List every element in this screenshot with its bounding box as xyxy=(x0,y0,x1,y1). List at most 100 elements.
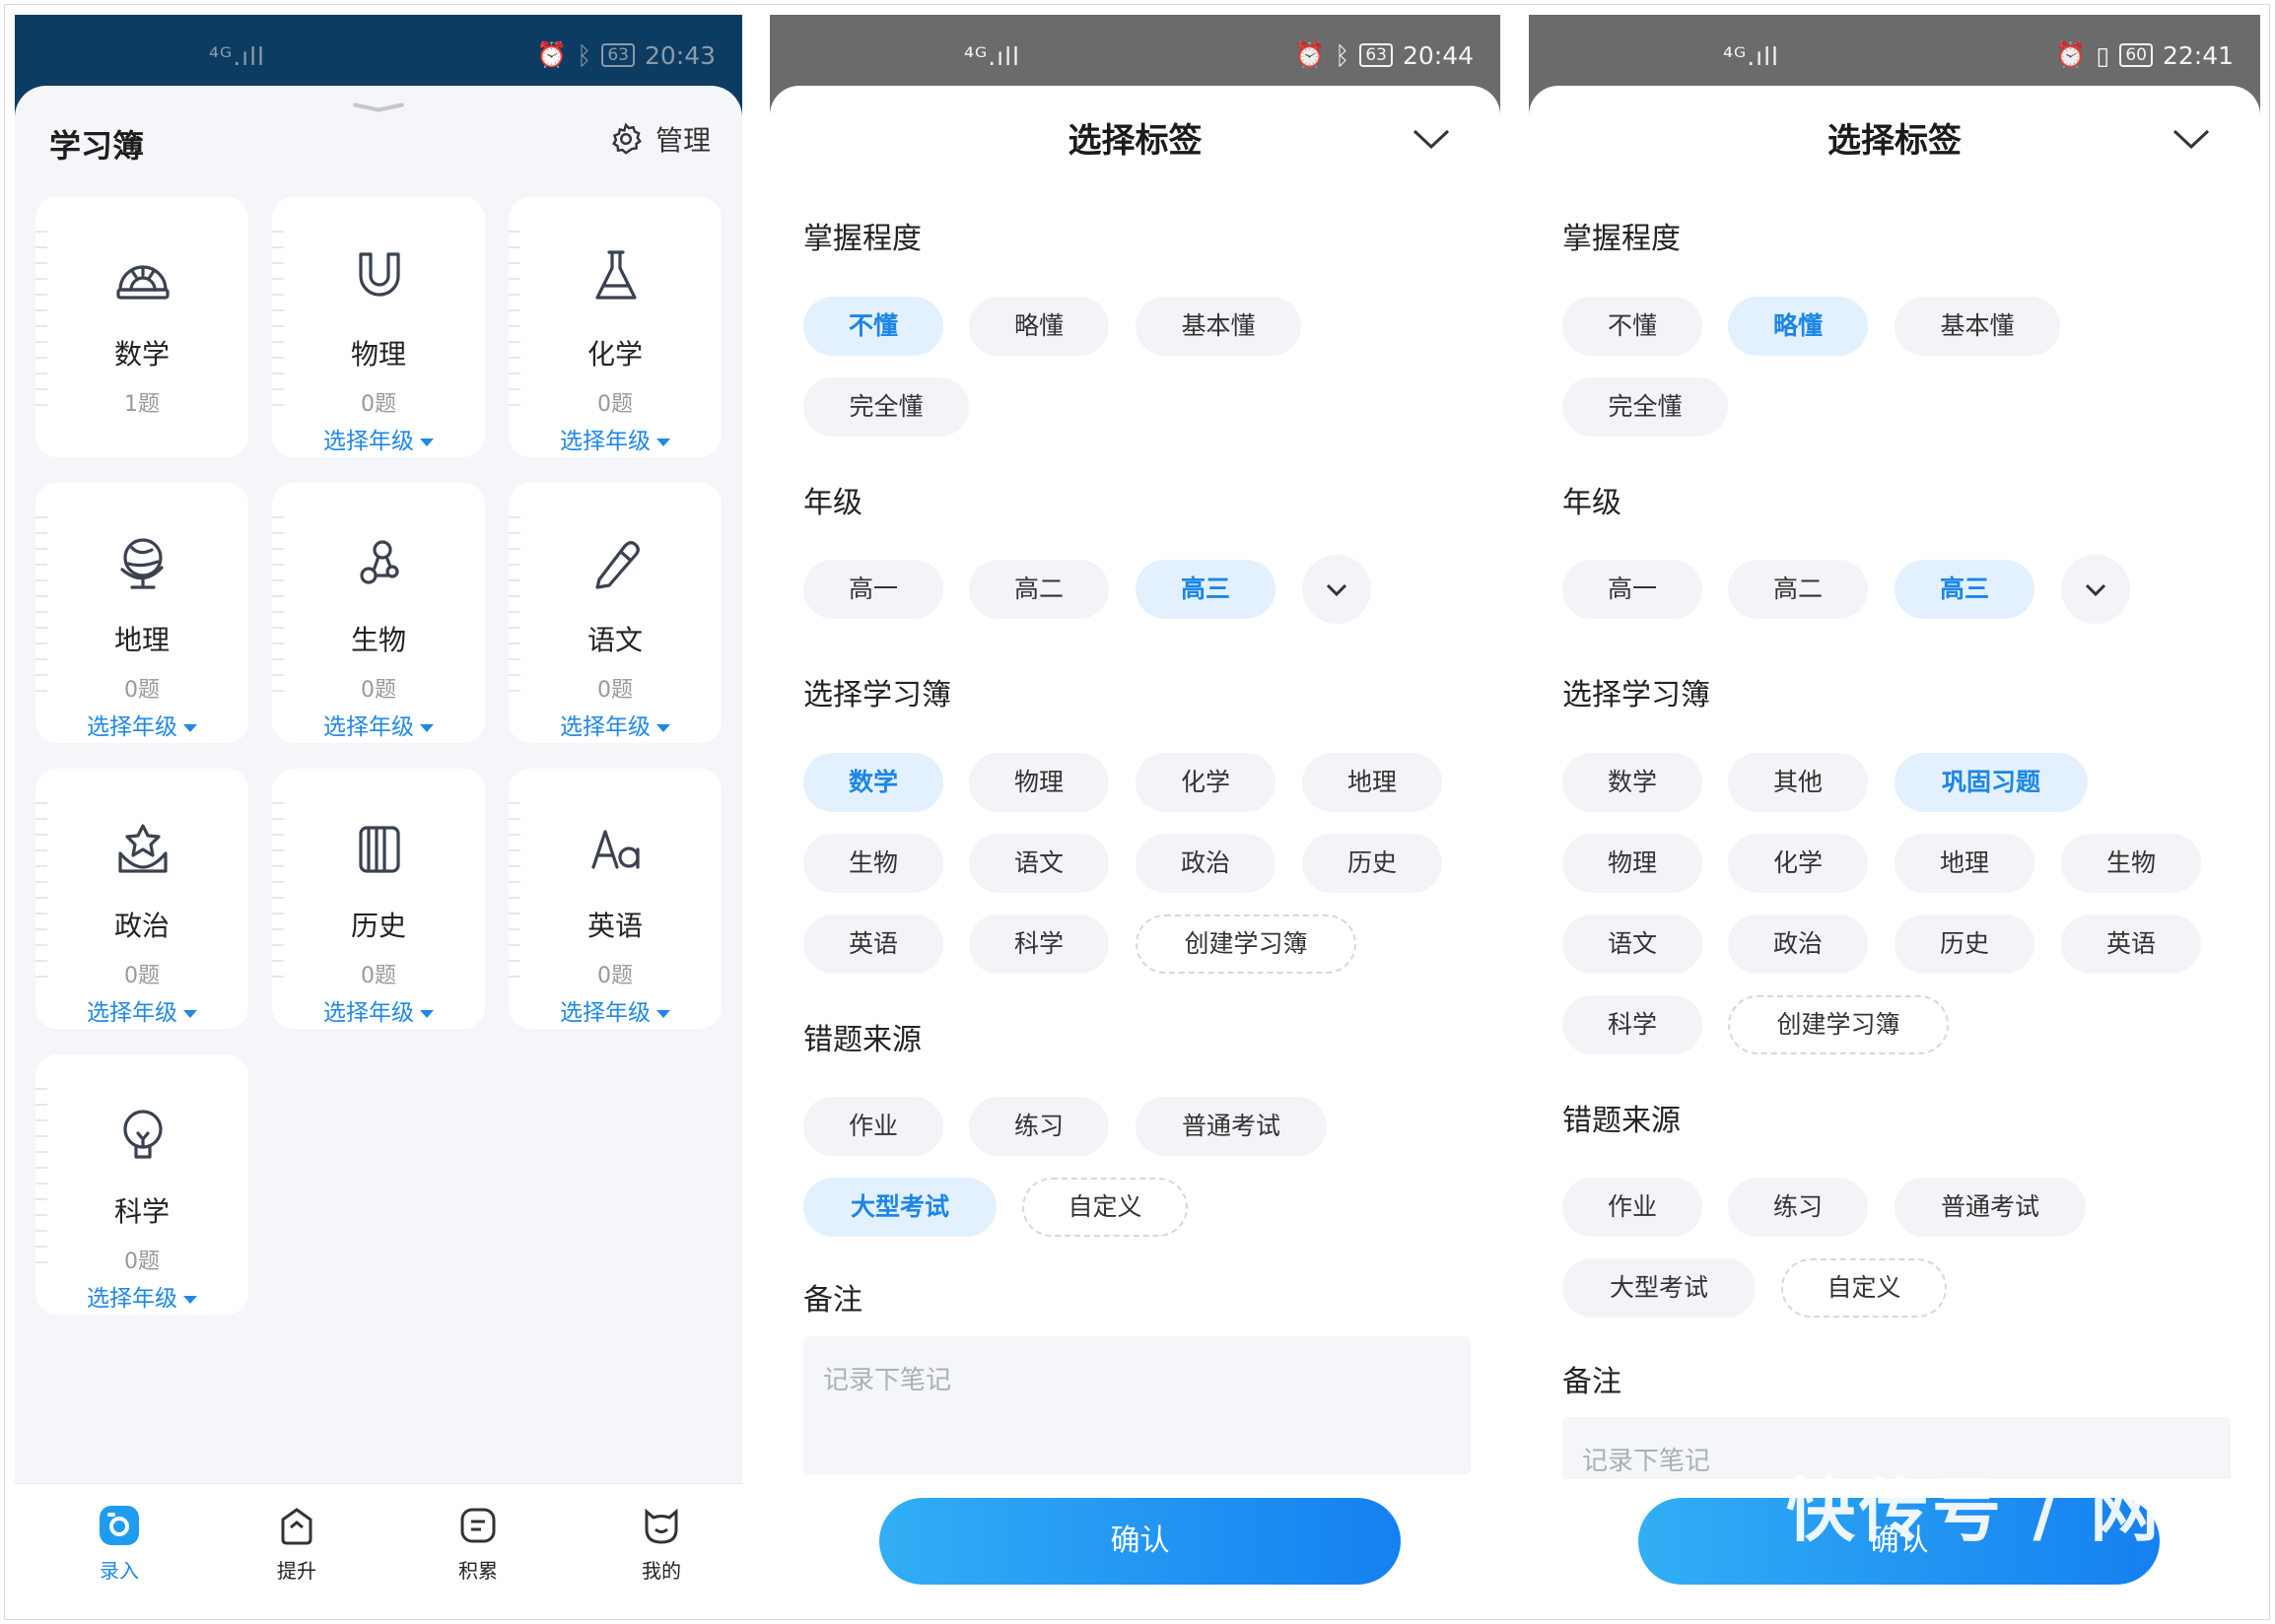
subject-name: 科学 xyxy=(113,1195,170,1228)
custom-source-button[interactable]: 自定义 xyxy=(1781,1258,1947,1318)
tag-chip[interactable]: 基本懂 xyxy=(1895,297,2060,356)
tag-select-screen-a: ⁴ᴳ.ıll ⏰ ᛒ 63 20:44 选择标签 掌握程度 年级 选择学习簿 错… xyxy=(770,15,1500,1606)
tag-chip[interactable]: 不懂 xyxy=(803,297,943,356)
tag-chip[interactable]: 作业 xyxy=(803,1097,943,1156)
tag-chip[interactable]: 英语 xyxy=(2061,914,2201,974)
subject-card[interactable]: 历史 0题 选择年级 xyxy=(272,769,485,1029)
battery-indicator: 63 xyxy=(1359,43,1393,67)
select-grade-link[interactable]: 选择年级 xyxy=(509,422,722,455)
select-grade-link[interactable]: 选择年级 xyxy=(509,708,722,741)
subject-name: 生物 xyxy=(350,624,406,656)
tag-chip[interactable]: 数学 xyxy=(1562,753,1702,812)
letters-icon xyxy=(591,830,640,869)
chevron-down-icon[interactable] xyxy=(1412,127,1451,151)
tag-chip[interactable]: 高三 xyxy=(1895,560,2034,619)
custom-source-button[interactable]: 自定义 xyxy=(1022,1178,1188,1237)
subject-card[interactable]: 科学 0题 选择年级 xyxy=(35,1054,248,1315)
tag-chip[interactable]: 高一 xyxy=(803,560,943,619)
subject-card[interactable]: 语文 0题 选择年级 xyxy=(509,483,722,743)
tag-chip[interactable]: 完全懂 xyxy=(803,377,969,437)
tag-chip[interactable]: 地理 xyxy=(1302,753,1442,812)
tag-chip[interactable]: 不懂 xyxy=(1562,297,1702,356)
subject-card[interactable]: 政治 0题 选择年级 xyxy=(35,769,248,1029)
tab-accumulate[interactable]: 积累 xyxy=(419,1504,537,1584)
tag-chip[interactable]: 科学 xyxy=(1562,995,1702,1054)
tag-chip[interactable]: 语文 xyxy=(1562,914,1702,974)
select-grade-link[interactable]: 选择年级 xyxy=(272,422,485,455)
subject-card[interactable]: 生物 0题 选择年级 xyxy=(272,483,485,743)
confirm-button[interactable]: 确认 xyxy=(879,1498,1401,1585)
tab-input[interactable]: 录入 xyxy=(60,1504,178,1584)
select-grade-link[interactable]: 选择年级 xyxy=(35,1279,248,1313)
tag-chip[interactable]: 巩固习题 xyxy=(1895,753,2088,812)
tag-chip[interactable]: 大型考试 xyxy=(803,1178,997,1237)
tag-chip[interactable]: 地理 xyxy=(1895,834,2034,893)
tag-chip[interactable]: 略懂 xyxy=(969,297,1109,356)
tag-chip[interactable]: 化学 xyxy=(1728,834,1868,893)
chevron-down-icon[interactable] xyxy=(2172,127,2211,151)
tag-chip[interactable]: 政治 xyxy=(1728,914,1868,974)
grade-more-button[interactable] xyxy=(2061,555,2130,624)
tag-chip[interactable]: 普通考试 xyxy=(1136,1097,1327,1156)
tag-chip[interactable]: 政治 xyxy=(1136,834,1275,893)
section-grade: 年级 xyxy=(1562,486,1621,520)
chevron-down-icon xyxy=(1326,583,1347,597)
tag-chip[interactable]: 高三 xyxy=(1136,560,1275,619)
question-count: 0题 xyxy=(124,964,160,988)
section-note: 备注 xyxy=(803,1283,862,1318)
tag-chip[interactable]: 物理 xyxy=(1562,834,1702,893)
tag-chip[interactable]: 物理 xyxy=(969,753,1109,812)
tag-sheet: 选择标签 掌握程度 年级 选择学习簿 错题来源 备注 不懂 略懂 基本懂 完全懂 高一高… xyxy=(770,86,1500,1606)
section-source: 错题来源 xyxy=(803,1023,922,1057)
subject-card[interactable]: 数学 1题 xyxy=(35,197,248,457)
magnet-icon xyxy=(359,252,400,297)
tag-chip[interactable]: 大型考试 xyxy=(1562,1258,1756,1318)
tag-chip[interactable]: 练习 xyxy=(1728,1178,1868,1237)
sheet-handle-icon[interactable] xyxy=(353,100,404,119)
subject-name: 语文 xyxy=(586,624,643,656)
subject-card[interactable]: 化学 0题 选择年级 xyxy=(509,197,722,457)
tab-mine[interactable]: 我的 xyxy=(602,1504,721,1584)
globe-icon xyxy=(120,538,164,589)
section-mastery: 掌握程度 xyxy=(1562,222,1681,256)
subject-card[interactable]: 物理 0题 选择年级 xyxy=(272,197,485,457)
tab-improve[interactable]: 提升 xyxy=(238,1504,356,1584)
tag-chip[interactable]: 英语 xyxy=(803,914,943,974)
tag-chip[interactable]: 完全懂 xyxy=(1562,377,1728,437)
subject-card[interactable]: 英语 0题 选择年级 xyxy=(509,769,722,1029)
tag-chip[interactable]: 数学 xyxy=(803,753,943,812)
subject-card[interactable]: 地理 0题 选择年级 xyxy=(35,483,248,743)
tag-chip[interactable]: 基本懂 xyxy=(1136,297,1301,356)
grade-more-button[interactable] xyxy=(1302,555,1371,624)
note-input[interactable]: 记录下笔记 xyxy=(803,1336,1471,1474)
tag-chip[interactable]: 略懂 xyxy=(1728,297,1868,356)
select-grade-link[interactable]: 选择年级 xyxy=(272,993,485,1027)
flask-icon xyxy=(595,250,637,300)
tag-chip[interactable]: 普通考试 xyxy=(1895,1178,2086,1237)
scroll-icon xyxy=(359,826,400,873)
tag-chip[interactable]: 科学 xyxy=(969,914,1109,974)
select-grade-link[interactable]: 选择年级 xyxy=(35,993,248,1027)
tag-chip[interactable]: 语文 xyxy=(969,834,1109,893)
tag-chip[interactable]: 高二 xyxy=(969,560,1109,619)
select-grade-link[interactable]: 选择年级 xyxy=(272,708,485,741)
tag-chip[interactable]: 历史 xyxy=(1302,834,1442,893)
tag-chip[interactable]: 其他 xyxy=(1728,753,1868,812)
tag-chip[interactable]: 历史 xyxy=(1895,914,2034,974)
tag-chip[interactable]: 生物 xyxy=(803,834,943,893)
status-bar: ⁴ᴳ.ıll ⏰ ᛒ 63 20:43 xyxy=(15,15,742,86)
study-book-sheet: 学习簿 管理 数学 1题 物理 0题 选择年级 化学 0题 选择年级 地理 0题 选择年级 生物 0题选… xyxy=(15,86,742,1606)
select-grade-link[interactable]: 选择年级 xyxy=(509,993,722,1027)
manage-button[interactable]: 管理 xyxy=(608,119,711,159)
tag-chip[interactable]: 高二 xyxy=(1728,560,1868,619)
tag-chip[interactable]: 生物 xyxy=(2061,834,2201,893)
tag-sheet: 选择标签 掌握程度 年级 选择学习簿 错题来源 备注 不懂 略懂 基本懂 完全懂 高一高… xyxy=(1529,86,2260,1606)
bulb-icon xyxy=(123,1110,163,1159)
tag-chip[interactable]: 练习 xyxy=(969,1097,1109,1156)
create-book-button[interactable]: 创建学习簿 xyxy=(1728,995,1949,1054)
tag-chip[interactable]: 化学 xyxy=(1136,753,1275,812)
select-grade-link[interactable]: 选择年级 xyxy=(35,708,248,741)
create-book-button[interactable]: 创建学习簿 xyxy=(1136,914,1356,974)
tag-chip[interactable]: 高一 xyxy=(1562,560,1702,619)
tag-chip[interactable]: 作业 xyxy=(1562,1178,1702,1237)
